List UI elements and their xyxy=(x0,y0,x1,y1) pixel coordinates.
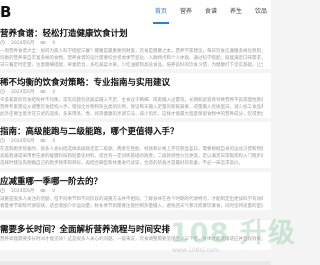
article-excerpt: 在选购跑步装备时，很多人会纠结选择高级款还是二级款。两者在性能、材质和价格上存在… xyxy=(0,146,263,167)
article-excerpt: 许多家庭的饮食结构并不均衡，常见问题包括蔬菜摄入不足、主食过于精细、肉类摄入过量… xyxy=(0,97,263,118)
top-navbar: B 首页 营养 食谱 养生 饮品 xyxy=(0,0,271,25)
article-views: 0 xyxy=(52,41,56,46)
excerpt-line: 营养专家建议从调整饮食结构入手，增加全谷物和杂豆类的比例，保证每天摄入足量的新鲜… xyxy=(0,105,263,110)
article-date: 2024年6月 xyxy=(11,139,35,144)
nav-item-home[interactable]: 首页 xyxy=(152,0,169,24)
article-card[interactable]: 指南：高级能跑与二级能跑，哪个更值得入手？ 2024年6月 0 在选购跑步装备时… xyxy=(0,122,271,168)
excerpt-line: 减重是很多人关注的话题，但不同季节和不同阶段的减重方法并不相同。了解身体在各个时… xyxy=(0,197,263,202)
excerpt-line: 选择时建议先明确自己的跑步频率和目标，再结合脚型和体重进行试穿，合适的装备才是最… xyxy=(0,161,243,166)
excerpt-line: 春夏季节新陈代谢较快，适合增加户外运动量；秋冬季节则需要注意控制热量摄入，避免因… xyxy=(0,204,263,209)
article-date: 2024年6月 xyxy=(11,41,35,46)
watermark-text: 108 升级 xyxy=(170,217,296,249)
article-meta: 2024年6月 0 xyxy=(0,40,263,48)
clock-icon xyxy=(0,40,5,48)
article-title[interactable]: 应减重哪一季哪一阶去的？ xyxy=(0,176,263,188)
site-watermark: 108 升级 www.108sj.com xyxy=(170,217,296,254)
article-card[interactable]: 稀不均衡的饮食对策略：专业指南与实用建议 2024年6月 0 许多家庭的饮食结构… xyxy=(0,73,271,118)
article-excerpt: 减重是很多人关注的话题，但不同季节和不同阶段的减重方法并不相同。了解身体在各个时… xyxy=(0,196,263,210)
nav-item-recipes[interactable]: 食谱 xyxy=(205,0,217,24)
article-views: 0 xyxy=(52,139,56,144)
article-card[interactable]: 营养食谱：轻松打造健康饮食计划 2024年6月 0 一周营养食谱大全：如何为家人… xyxy=(0,24,271,69)
watermark-subtext: www.108sj.com xyxy=(172,247,219,254)
article-meta: 2024年6月 0 xyxy=(0,89,263,97)
nav-item-wellness[interactable]: 养生 xyxy=(230,0,242,24)
article-card[interactable]: 应减重哪一季哪一阶去的？ 2024年6月 0 减重是很多人关注的话题，但不同季节… xyxy=(0,172,271,210)
page-footer-strip xyxy=(0,261,271,265)
nav-item-nutrition[interactable]: 营养 xyxy=(180,0,192,24)
site-logo[interactable]: B xyxy=(0,3,11,21)
excerpt-line: 高级款通常采用更先进的缓震科技和轻量化材料，适合有一定训练基础的跑者；二级款则性… xyxy=(0,154,263,159)
eye-icon xyxy=(40,40,47,48)
clock-icon xyxy=(0,89,5,97)
article-views: 0 xyxy=(52,189,56,194)
main-nav: 首页 营养 食谱 养生 饮品 xyxy=(142,0,267,24)
nav-item-drinks[interactable]: 饮品 xyxy=(255,0,267,24)
article-views: 0 xyxy=(52,90,56,95)
excerpt-line: 许多家庭的饮食结构并不均衡，常见问题包括蔬菜摄入不足、主食过于精细、肉类摄入过量… xyxy=(0,98,263,103)
article-date: 2024年6月 xyxy=(11,189,35,194)
excerpt-line: 一周营养食谱大全：如何为家人科学搭配三餐？健康是最重要的财富，饮食是健康之本。营… xyxy=(0,49,263,54)
excerpt-line: 此外还要注意烹饪方式的选择，多采用蒸、煮、炖等健康的烹调方法，减少煎炸，这样才能… xyxy=(0,112,263,117)
article-title[interactable]: 指南：高级能跑与二级能跑，哪个更值得入手？ xyxy=(0,126,263,138)
article-title[interactable]: 营养食谱：轻松打造健康饮食计划 xyxy=(0,28,263,40)
article-meta: 2024年6月 0 xyxy=(0,188,263,196)
article-date: 2024年6月 xyxy=(11,90,35,95)
excerpt-line: 均衡的营养来自丰富多样的食物。营养食谱的设计需要综合考虑季节变化、人群特点和个人… xyxy=(0,56,263,61)
clock-icon xyxy=(0,188,5,196)
excerpt-line: 在选购跑步装备时，很多人会纠结选择高级款还是二级款。两者在性能、材质和价格上存在… xyxy=(0,147,263,152)
clock-icon xyxy=(0,138,5,146)
article-meta: 2024年6月 0 xyxy=(0,138,263,146)
eye-icon xyxy=(40,138,47,146)
eye-icon xyxy=(40,89,47,97)
article-title[interactable]: 稀不均衡的饮食对策略：专业指南与实用建议 xyxy=(0,77,263,89)
article-excerpt: 一周营养食谱大全：如何为家人科学搭配三餐？健康是最重要的财富，饮食是健康之本。营… xyxy=(0,48,263,69)
excerpt-line: 日三餐定时定量，注意粗细搭配，荤素结合，多吃蔬菜水果，少吃油腻和高盐食品，培养良… xyxy=(0,63,263,68)
eye-icon xyxy=(40,188,47,196)
